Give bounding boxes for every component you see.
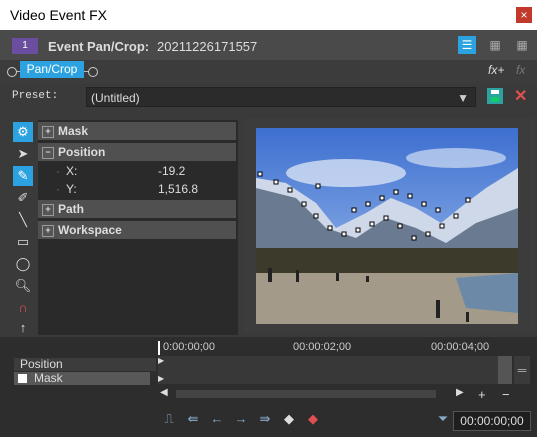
event-badge-icon: 1 — [12, 38, 38, 54]
position-x-row: · X: -19.2 — [38, 162, 236, 180]
chain-output-dot — [88, 67, 98, 77]
rectangle-icon[interactable]: ▭ — [13, 232, 33, 252]
remove-fx-button[interactable]: fx — [516, 63, 525, 77]
window-titlebar: Video Event FX × — [0, 0, 537, 30]
pen-icon[interactable]: ✎ — [13, 166, 33, 186]
keyframe-lane[interactable]: ▶ ▶ — [158, 356, 512, 384]
track-list: Position Mask — [14, 355, 156, 385]
section-workspace[interactable]: + Workspace — [38, 221, 236, 239]
playhead[interactable] — [158, 341, 160, 355]
prev-icon[interactable]: ← — [208, 410, 226, 428]
tick-label: 00:00:04;00 — [431, 341, 490, 353]
bezier-icon[interactable]: ✐ — [13, 188, 33, 208]
properties-panel: + Mask − Position · X: -19.2 · Y: 1,516.8 … — [38, 120, 238, 335]
tree-connector: · — [56, 164, 60, 178]
lane-end-pattern — [498, 356, 512, 384]
ellipse-icon[interactable]: ◯ — [13, 254, 33, 274]
zoom-in-button[interactable]: + — [478, 387, 486, 402]
chevron-down-icon: ▼ — [457, 91, 469, 105]
section-label: Path — [58, 202, 85, 216]
list-view-icon[interactable]: ☰ — [458, 36, 476, 54]
track-height-handle[interactable]: ═ — [514, 356, 530, 384]
event-id: 20211226171557 — [157, 39, 258, 54]
grid-view-icon[interactable]: ▦ — [513, 36, 531, 54]
gear-icon[interactable]: ⚙ — [13, 122, 33, 142]
scroll-left-icon[interactable]: ◀ — [160, 387, 168, 398]
collapse-icon[interactable]: − — [42, 146, 54, 159]
track-mask[interactable]: Mask — [14, 372, 150, 385]
tool-strip: ⚙ ➤ ✎ ✐ ╲ ▭ ◯ 🔍︎ ∩ ↑ — [10, 120, 36, 335]
track-position[interactable]: Position — [14, 358, 156, 371]
keyframe-marker[interactable]: ▶ — [158, 374, 164, 383]
section-mask[interactable]: + Mask — [38, 122, 236, 140]
section-path[interactable]: + Path — [38, 200, 236, 218]
window-title: Video Event FX — [10, 7, 108, 23]
expand-icon[interactable]: + — [42, 203, 54, 216]
horizontal-scrollbar[interactable]: ◀ ▶ — [158, 387, 468, 401]
scroll-right-icon[interactable]: ▶ — [456, 387, 464, 398]
pan-crop-plugin-button[interactable]: Pan/Crop — [20, 61, 84, 78]
detail-view-icon[interactable]: ▦ — [486, 36, 504, 54]
next-icon[interactable]: → — [232, 410, 250, 428]
delete-preset-icon[interactable]: ✕ — [514, 86, 527, 106]
line-icon[interactable]: ╲ — [13, 210, 33, 230]
chain-input-dot — [7, 67, 17, 77]
magnet-icon[interactable]: ∩ — [13, 298, 33, 318]
y-label: Y: — [66, 182, 77, 196]
prev-keyframe-icon[interactable]: ⇚ — [184, 410, 202, 428]
preset-value: (Untitled) — [91, 91, 140, 105]
section-label: Position — [58, 145, 106, 159]
next-keyframe-icon[interactable]: ⇛ — [256, 410, 274, 428]
section-position[interactable]: − Position — [38, 143, 236, 161]
preset-label: Preset: — [12, 90, 59, 102]
timecode-display[interactable]: 00:00:00;00 — [453, 411, 531, 431]
delete-keyframe-icon[interactable]: ◆ — [304, 410, 322, 428]
expand-icon[interactable]: + — [42, 224, 54, 237]
zoom-icon[interactable]: 🔍︎ — [13, 276, 33, 296]
pointer-icon[interactable]: ➤ — [13, 144, 33, 164]
preview-frame[interactable] — [256, 128, 518, 324]
section-label: Mask — [58, 124, 89, 138]
first-keyframe-icon[interactable]: ⎍ — [160, 410, 178, 428]
effect-name: Event Pan/Crop: — [48, 39, 150, 54]
sync-cursor-icon[interactable]: ⏷ — [434, 410, 452, 428]
save-preset-icon[interactable] — [487, 88, 503, 104]
effect-header: 1 Event Pan/Crop: 20211226171557 — [0, 30, 537, 61]
keyframe-marker[interactable]: ▶ — [158, 356, 164, 365]
zoom-out-button[interactable]: − — [502, 387, 510, 402]
tick-label: 00:00:02;00 — [293, 341, 352, 353]
add-fx-button[interactable]: fx+ — [488, 63, 504, 77]
preset-dropdown[interactable]: (Untitled) ▼ — [86, 87, 476, 107]
x-value[interactable]: -19.2 — [158, 162, 185, 180]
position-y-row: · Y: 1,516.8 — [38, 180, 236, 198]
track-mask-label: Mask — [34, 371, 63, 385]
preview-image — [256, 128, 518, 324]
tree-connector: · — [56, 182, 60, 196]
add-keyframe-icon[interactable]: ◆ — [280, 410, 298, 428]
x-label: X: — [66, 164, 78, 178]
close-button[interactable]: × — [516, 7, 532, 23]
tick-label: 0:00:00;00 — [163, 341, 215, 353]
y-value[interactable]: 1,516.8 — [158, 180, 198, 198]
expand-icon[interactable]: + — [42, 125, 54, 138]
section-label: Workspace — [58, 223, 122, 237]
timeline-ruler[interactable]: 0:00:00;00 00:00:02;00 00:00:04;00 — [158, 341, 498, 355]
move-icon[interactable]: ↑ — [13, 318, 33, 338]
mask-checkbox[interactable] — [18, 374, 27, 383]
scroll-thumb[interactable] — [176, 390, 436, 398]
